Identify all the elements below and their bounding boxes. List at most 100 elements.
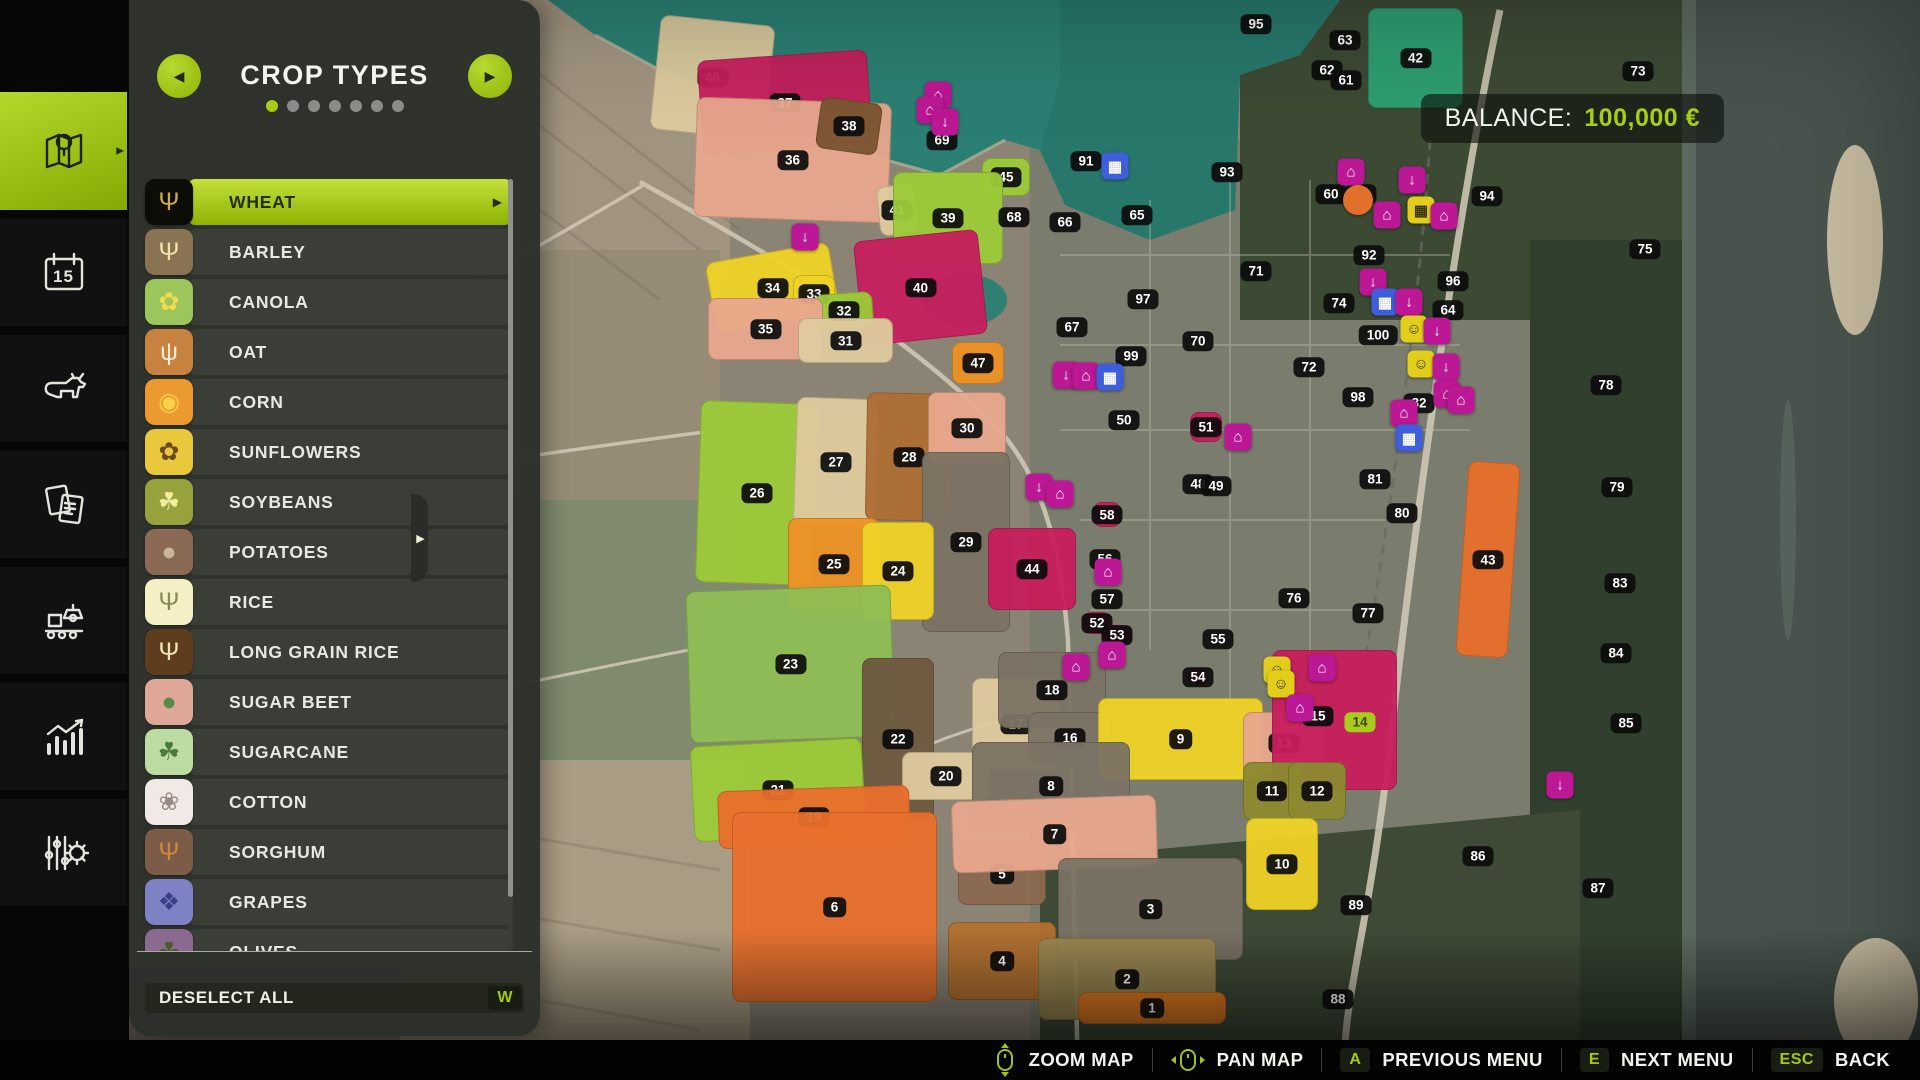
sidebar-item-calendar[interactable]: 15: [0, 219, 127, 326]
control-hints-bar: ZOOM MAPPAN MAPAPREVIOUS MENUENEXT MENUE…: [0, 1040, 1920, 1080]
crop-row-grapes[interactable]: ❖GRAPES: [145, 879, 524, 925]
crop-row-canola[interactable]: ✿CANOLA: [145, 279, 524, 325]
crop-types-panel: ◀ CROP TYPES ▶ ΨWHEAT▶ΨBARLEY✿CANOLAψOAT…: [129, 0, 540, 1036]
next-page-button[interactable]: ▶: [468, 54, 512, 98]
map-number-badge: 70: [1182, 331, 1213, 351]
crop-row-sorghum[interactable]: ΨSORGHUM: [145, 829, 524, 875]
hint-label: PREVIOUS MENU: [1382, 1049, 1542, 1071]
deselect-all-button[interactable]: DESELECT ALL W: [145, 983, 524, 1013]
map-poi-icon[interactable]: ⌂: [1099, 642, 1126, 669]
crop-row-cotton[interactable]: ❀COTTON: [145, 779, 524, 825]
sidebar-item-statistics[interactable]: [0, 683, 127, 790]
main-sidebar: ▶15: [0, 0, 129, 1080]
map-poi-icon[interactable]: ☺: [1408, 351, 1435, 378]
crop-row-sunflowers[interactable]: ✿SUNFLOWERS: [145, 429, 524, 475]
crop-label: SUGAR BEET: [229, 692, 352, 713]
field-number-badge: 44: [1016, 559, 1047, 579]
contracts-icon: [36, 477, 92, 533]
map-poi-icon[interactable]: ↓: [932, 109, 959, 136]
crop-row-oat[interactable]: ψOAT: [145, 329, 524, 375]
sidebar-item-contracts[interactable]: [0, 451, 127, 558]
field-number-badge: 40: [905, 278, 936, 298]
map-number-badge: 96: [1437, 271, 1468, 291]
map-poi-icon[interactable]: ⌂: [1047, 481, 1074, 508]
map-poi-icon[interactable]: ⌂: [1374, 202, 1401, 229]
map-poi-icon[interactable]: ▦: [1102, 153, 1129, 180]
sidebar-item-animals[interactable]: [0, 335, 127, 442]
crop-row-sugarcane[interactable]: ☘SUGARCANE: [145, 729, 524, 775]
sidebar-item-settings[interactable]: [0, 799, 127, 906]
sidebar-item-production[interactable]: [0, 567, 127, 674]
crop-row-long-grain-rice[interactable]: ΨLONG GRAIN RICE: [145, 629, 524, 675]
map-number-badge: 74: [1323, 293, 1354, 313]
crop-row-sugar-beet[interactable]: ●SUGAR BEET: [145, 679, 524, 725]
scrollbar-thumb[interactable]: [508, 179, 513, 897]
map-poi-icon[interactable]: ↓: [1396, 289, 1423, 316]
field-number-badge: 29: [950, 532, 981, 552]
crop-row-rice[interactable]: ΨRICE: [145, 579, 524, 625]
crop-row-corn[interactable]: ◉CORN: [145, 379, 524, 425]
map-number-badge: 61: [1330, 70, 1361, 90]
panel-collapse-tab[interactable]: ▶: [411, 494, 428, 582]
map-number-badge: 80: [1386, 503, 1417, 523]
page-dot: [392, 100, 404, 112]
map-number-badge: 89: [1340, 895, 1371, 915]
map-poi-icon[interactable]: ⌂: [1309, 655, 1336, 682]
crop-row-soybeans[interactable]: ☘SOYBEANS: [145, 479, 524, 525]
crop-row-wheat[interactable]: ΨWHEAT▶: [145, 179, 524, 225]
map-number-badge: 71: [1240, 261, 1271, 281]
map-number-badge: 85: [1610, 713, 1641, 733]
map-poi-icon[interactable]: ⌂: [1225, 424, 1252, 451]
field-number-badge: 26: [741, 483, 772, 503]
sidebar-item-map[interactable]: ▶: [0, 92, 127, 210]
map-number-badge: 75: [1629, 239, 1660, 259]
map-poi-icon[interactable]: ▦: [1097, 364, 1124, 391]
map-number-badge: 60: [1315, 184, 1346, 204]
map-poi-icon[interactable]: ⌂: [1287, 695, 1314, 722]
key-hint-esc: ESC: [1771, 1048, 1823, 1072]
map-poi-icon[interactable]: ▦: [1396, 425, 1423, 452]
crop-label: CANOLA: [229, 292, 309, 313]
crop-label: OAT: [229, 342, 267, 363]
map-poi-icon[interactable]: ⌂: [1063, 654, 1090, 681]
map-poi-icon[interactable]: ↓: [1424, 318, 1451, 345]
wheat-crop-icon: Ψ: [145, 179, 193, 225]
field-number-badge: 36: [777, 150, 808, 170]
crop-label: POTATOES: [229, 542, 329, 563]
olives-crop-icon: ☘: [145, 929, 193, 951]
map-poi-icon[interactable]: ↓: [792, 224, 819, 251]
map-poi-icon[interactable]: ☺: [1268, 671, 1295, 698]
map-poi-icon[interactable]: ⌂: [1073, 363, 1100, 390]
map-poi-icon[interactable]: ↓: [1547, 772, 1574, 799]
crop-list-scrollbar[interactable]: [508, 179, 513, 949]
map-poi-icon[interactable]: ⌂: [1448, 387, 1475, 414]
field-number-badge: 43: [1472, 550, 1503, 570]
animals-icon: [36, 361, 92, 417]
crop-row-olives[interactable]: ☘OLIVES: [145, 929, 524, 951]
key-hint-w: W: [488, 986, 522, 1010]
page-dot: [308, 100, 320, 112]
page-dot: [287, 100, 299, 112]
map-poi-icon[interactable]: ⌂: [1431, 203, 1458, 230]
balance-display: BALANCE: 100,000 €: [1421, 94, 1724, 143]
crop-label: GRAPES: [229, 892, 308, 913]
field-number-badge: 51: [1190, 417, 1221, 437]
map-number-badge: 50: [1108, 410, 1139, 430]
map-poi-icon[interactable]: ↓: [1433, 354, 1460, 381]
crop-label: SUNFLOWERS: [229, 442, 361, 463]
map-poi-icon[interactable]: ↓: [1399, 167, 1426, 194]
field-number-badge: 8: [1039, 776, 1063, 796]
field-number-badge: 20: [930, 766, 961, 786]
map-poi-icon[interactable]: ⌂: [1338, 159, 1365, 186]
selected-arrow-icon: ▶: [493, 195, 502, 209]
crop-row-potatoes[interactable]: ●POTATOES: [145, 529, 524, 575]
map-poi-icon[interactable]: ▦: [1372, 289, 1399, 316]
map-poi-icon[interactable]: ⌂: [1095, 559, 1122, 586]
hint-separator: [1152, 1048, 1153, 1072]
map-poi-icon[interactable]: ⌂: [1391, 400, 1418, 427]
crop-row-barley[interactable]: ΨBARLEY: [145, 229, 524, 275]
map-number-badge: 68: [998, 207, 1029, 227]
deselect-all-label: DESELECT ALL: [159, 988, 294, 1008]
map-number-badge: 95: [1240, 14, 1271, 34]
map-poi-icon[interactable]: [1343, 185, 1373, 215]
